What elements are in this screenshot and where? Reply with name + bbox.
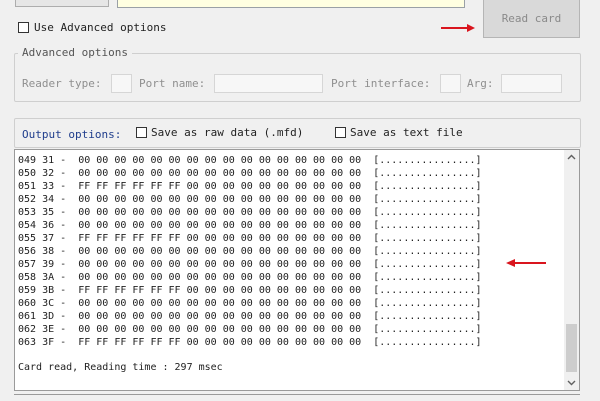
hex-lines-container: 049 31 - 00 00 00 00 00 00 00 00 00 00 0… [18, 154, 482, 374]
reader-type-field[interactable] [111, 74, 132, 93]
top-left-button[interactable] [15, 0, 109, 7]
port-interface-field[interactable] [440, 74, 461, 93]
save-raw-option[interactable]: Save as raw data (.mfd) [136, 126, 303, 139]
hex-line: 061 3D - 00 00 00 00 00 00 00 00 00 00 0… [18, 311, 482, 322]
hex-line: 051 33 - FF FF FF FF FF FF 00 00 00 00 0… [18, 181, 482, 192]
read-card-button[interactable]: Read card [483, 0, 580, 38]
card-data-field[interactable] [117, 0, 465, 8]
hex-line: 060 3C - 00 00 00 00 00 00 00 00 00 00 0… [18, 298, 482, 309]
hex-line: 050 32 - 00 00 00 00 00 00 00 00 00 00 0… [18, 168, 482, 179]
port-interface-label: Port interface: [331, 77, 431, 90]
output-options-label: Output options: [22, 128, 122, 141]
use-advanced-label: Use Advanced options [34, 21, 167, 34]
hex-output-textbox[interactable]: 049 31 - 00 00 00 00 00 00 00 00 00 00 0… [14, 149, 580, 391]
hex-line: 057 39 - 00 00 00 00 00 00 00 00 00 00 0… [18, 259, 482, 270]
save-text-option[interactable]: Save as text file [335, 126, 463, 139]
save-text-checkbox[interactable] [335, 127, 346, 138]
hex-line: 055 37 - FF FF FF FF FF FF 00 00 00 00 0… [18, 233, 482, 244]
hex-line: 049 31 - 00 00 00 00 00 00 00 00 00 00 0… [18, 155, 482, 166]
use-advanced-option[interactable]: Use Advanced options [18, 21, 166, 34]
hex-line: 062 3E - 00 00 00 00 00 00 00 00 00 00 0… [18, 324, 482, 335]
port-name-label: Port name: [139, 77, 206, 90]
scrollbar-thumb[interactable] [566, 324, 577, 372]
hex-line: 054 36 - 00 00 00 00 00 00 00 00 00 00 0… [18, 220, 482, 231]
chevron-up-icon[interactable] [564, 150, 579, 165]
hex-line: 052 34 - 00 00 00 00 00 00 00 00 00 00 0… [18, 194, 482, 205]
vertical-scrollbar[interactable] [564, 150, 579, 390]
hex-line: 058 3A - 00 00 00 00 00 00 00 00 00 00 0… [18, 272, 482, 283]
arg-label: Arg: [467, 77, 494, 90]
red-arrow-icon [506, 258, 546, 268]
hex-line: 056 38 - 00 00 00 00 00 00 00 00 00 00 0… [18, 246, 482, 257]
hex-line: 053 35 - 00 00 00 00 00 00 00 00 00 00 0… [18, 207, 482, 218]
hex-line: 059 3B - FF FF FF FF FF FF 00 00 00 00 0… [18, 285, 482, 296]
save-text-label: Save as text file [350, 126, 463, 139]
save-raw-checkbox[interactable] [136, 127, 147, 138]
hex-line: 063 3F - FF FF FF FF FF FF 00 00 00 00 0… [18, 337, 482, 348]
status-line: Card read, Reading time : 297 msec [18, 362, 223, 373]
advanced-options-legend: Advanced options [18, 46, 132, 59]
reader-type-label: Reader type: [22, 77, 102, 90]
port-name-field[interactable] [214, 74, 323, 93]
arg-field[interactable] [501, 74, 562, 93]
chevron-down-icon[interactable] [564, 375, 579, 390]
red-arrow-icon [441, 23, 475, 33]
read-card-label: Read card [501, 12, 562, 25]
save-raw-label: Save as raw data (.mfd) [151, 126, 304, 139]
use-advanced-checkbox[interactable] [18, 22, 29, 33]
